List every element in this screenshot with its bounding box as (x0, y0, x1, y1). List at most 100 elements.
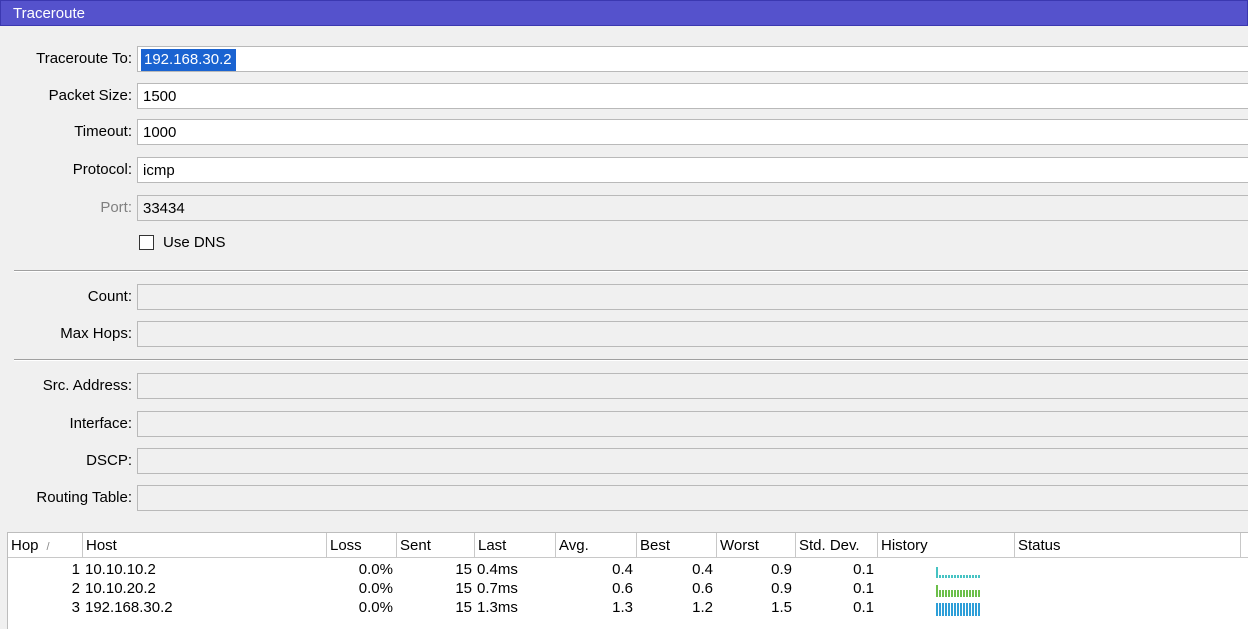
cell-std-dev: 0.1 (853, 599, 874, 616)
column-header-loss[interactable]: Loss (327, 533, 397, 558)
column-header-avg[interactable]: Avg. (556, 533, 637, 558)
cell-sent: 15 (455, 561, 472, 578)
timeout-label: Timeout: (74, 123, 132, 140)
table-row[interactable]: 3 192.168.30.2 0.0% 15 1.3ms 1.3 1.2 1.5… (8, 598, 1248, 617)
history-bar (948, 590, 950, 597)
interface-select[interactable] (137, 411, 1248, 437)
protocol-row: Protocol: icmp (0, 157, 1248, 183)
traceroute-results-table[interactable]: Hop / Host Loss Sent Last Avg. Best Worst… (7, 532, 1248, 629)
port-input: 33434 (137, 195, 1248, 221)
count-input[interactable] (137, 284, 1248, 310)
history-bar (978, 575, 980, 578)
divider (14, 359, 1248, 361)
protocol-label: Protocol: (72, 161, 132, 178)
history-bar (957, 603, 959, 616)
table-row[interactable]: 1 10.10.10.2 0.0% 15 0.4ms 0.4 0.4 0.9 0… (8, 560, 1248, 579)
cell-loss: 0.0% (358, 599, 393, 616)
src-address-input[interactable] (137, 373, 1248, 399)
history-bar (957, 575, 959, 578)
cell-best: 0.6 (692, 580, 713, 597)
cell-worst: 1.5 (771, 599, 792, 616)
routing-table-row: Routing Table: (0, 485, 1248, 511)
cell-worst: 0.9 (771, 561, 792, 578)
column-header-std-dev[interactable]: Std. Dev. (796, 533, 878, 558)
history-bar (966, 590, 968, 597)
column-header-status[interactable]: Status (1015, 533, 1241, 558)
history-bar (945, 590, 947, 597)
history-bar (972, 590, 974, 597)
history-bar (978, 603, 980, 616)
timeout-value: 1000 (143, 124, 177, 141)
src-address-label: Src. Address: (42, 377, 132, 394)
history-bar (951, 603, 953, 616)
protocol-select[interactable]: icmp (137, 157, 1248, 183)
history-bar (966, 603, 968, 616)
packet-size-input[interactable]: 1500 (137, 83, 1248, 109)
count-row: Count: (0, 284, 1248, 310)
interface-label: Interface: (69, 415, 132, 432)
cell-host: 192.168.30.2 (85, 599, 173, 616)
cell-avg: 0.4 (612, 561, 633, 578)
cell-avg: 0.6 (612, 580, 633, 597)
history-bar (936, 585, 938, 597)
history-bar (948, 575, 950, 578)
history-bar (960, 590, 962, 597)
history-bar (963, 603, 965, 616)
timeout-input[interactable]: 1000 (137, 119, 1248, 145)
routing-table-label: Routing Table: (36, 489, 132, 506)
history-sparkline (936, 583, 980, 597)
column-header-sent[interactable]: Sent (397, 533, 475, 558)
cell-status (1017, 560, 1237, 579)
cell-status (1017, 579, 1237, 598)
history-bar (951, 575, 953, 578)
window-title: Traceroute (13, 5, 85, 22)
cell-best: 1.2 (692, 599, 713, 616)
history-sparkline (936, 564, 980, 578)
history-bar (954, 603, 956, 616)
traceroute-to-row: Traceroute To: 192.168.30.2 (0, 46, 1248, 72)
cell-hop: 3 (71, 599, 80, 616)
window-title-bar[interactable]: Traceroute (0, 0, 1248, 26)
history-bar (960, 575, 962, 578)
history-bar (975, 603, 977, 616)
history-bar (975, 575, 977, 578)
history-bar (951, 590, 953, 597)
table-row[interactable]: 2 10.10.20.2 0.0% 15 0.7ms 0.6 0.6 0.9 0… (8, 579, 1248, 598)
column-header-best[interactable]: Best (637, 533, 717, 558)
dscp-label: DSCP: (86, 452, 132, 469)
column-header-last[interactable]: Last (475, 533, 556, 558)
packet-size-row: Packet Size: 1500 (0, 83, 1248, 109)
history-bar (936, 567, 938, 578)
use-dns-checkbox-box[interactable] (139, 235, 154, 250)
packet-size-value: 1500 (143, 88, 177, 105)
max-hops-label: Max Hops: (60, 325, 132, 342)
column-header-worst[interactable]: Worst (717, 533, 796, 558)
cell-best: 0.4 (692, 561, 713, 578)
history-bar (942, 575, 944, 578)
history-bar (975, 590, 977, 597)
table-header: Hop / Host Loss Sent Last Avg. Best Worst… (8, 533, 1248, 558)
column-header-host[interactable]: Host (83, 533, 327, 558)
max-hops-row: Max Hops: (0, 321, 1248, 347)
traceroute-to-input[interactable]: 192.168.30.2 (137, 46, 1248, 72)
column-header-hop[interactable]: Hop / (8, 533, 83, 558)
history-sparkline (936, 602, 980, 616)
divider (14, 270, 1248, 272)
history-bar (948, 603, 950, 616)
history-bar (969, 590, 971, 597)
cell-hop: 2 (71, 580, 80, 597)
src-address-row: Src. Address: (0, 373, 1248, 399)
history-bar (942, 603, 944, 616)
max-hops-input[interactable] (137, 321, 1248, 347)
history-bar (954, 590, 956, 597)
column-header-history[interactable]: History (878, 533, 1015, 558)
history-bar (945, 603, 947, 616)
traceroute-to-value: 192.168.30.2 (141, 49, 236, 71)
history-bar (963, 575, 965, 578)
protocol-value: icmp (143, 162, 175, 179)
dscp-input[interactable] (137, 448, 1248, 474)
cell-sent: 15 (455, 580, 472, 597)
history-bar (942, 590, 944, 597)
routing-table-select[interactable] (137, 485, 1248, 511)
timeout-row: Timeout: 1000 (0, 119, 1248, 145)
